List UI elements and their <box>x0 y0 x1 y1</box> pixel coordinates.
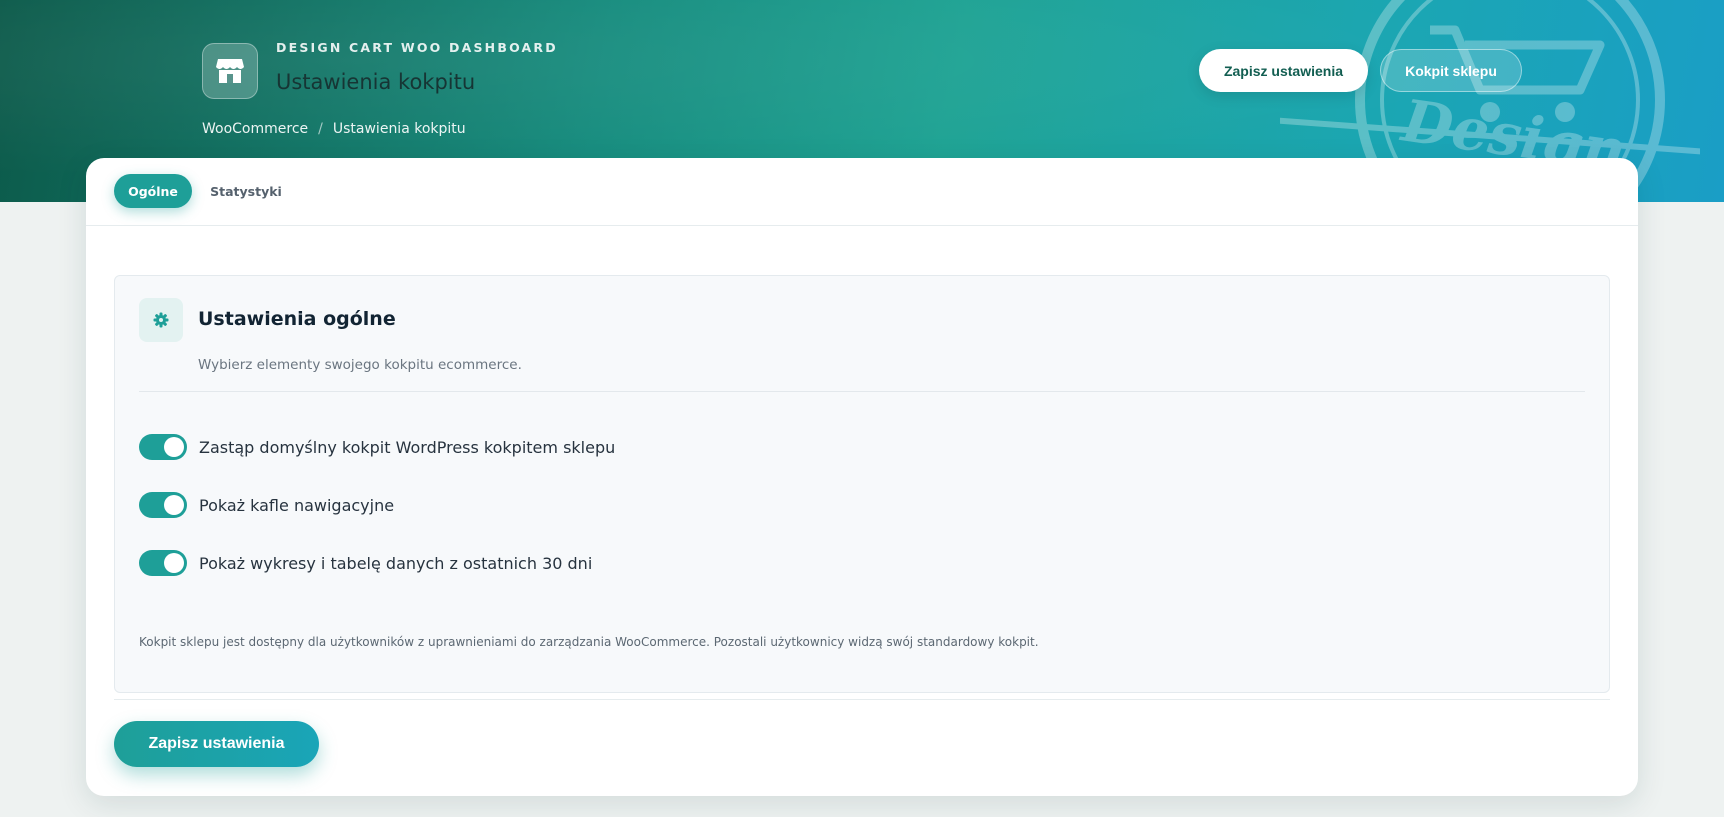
gear-icon <box>139 298 183 342</box>
toggle-knob <box>164 437 184 457</box>
toggle-switch[interactable] <box>139 550 187 576</box>
breadcrumb: WooCommerce / Ustawienia kokpitu <box>202 121 466 137</box>
toggle-switch[interactable] <box>139 492 187 518</box>
option-replace-dashboard: Zastąp domyślny kokpit WordPress kokpite… <box>139 434 615 460</box>
store-icon <box>202 43 258 99</box>
toggle-switch[interactable] <box>139 434 187 460</box>
tab-statistics[interactable]: Statystyki <box>204 174 288 208</box>
option-label: Pokaż kafle nawigacyjne <box>199 495 395 515</box>
breadcrumb-link-woocommerce[interactable]: WooCommerce <box>202 121 308 137</box>
divider <box>114 699 1610 700</box>
save-settings-button[interactable]: Zapisz ustawienia <box>114 721 319 767</box>
toggle-knob <box>164 495 184 515</box>
save-settings-button-top[interactable]: Zapisz ustawienia <box>1199 49 1368 92</box>
general-settings-panel: Ustawienia ogólne Wybierz elementy swoje… <box>114 275 1610 693</box>
breadcrumb-separator: / <box>318 121 323 137</box>
app-kicker: DESIGN CART WOO DASHBOARD <box>276 40 558 55</box>
toggle-knob <box>164 553 184 573</box>
panel-subtitle: Wybierz elementy swojego kokpitu ecommer… <box>198 357 522 373</box>
tab-general[interactable]: Ogólne <box>114 174 192 208</box>
tab-bar: Ogólne Statystyki <box>86 158 1638 226</box>
settings-card: Ogólne Statystyki Ustawienia ogólne Wybi… <box>86 158 1638 796</box>
permissions-note: Kokpit sklepu jest dostępny dla użytkown… <box>139 635 1039 649</box>
panel-title: Ustawienia ogólne <box>198 308 396 330</box>
divider <box>139 391 1585 392</box>
option-show-charts: Pokaż wykresy i tabelę danych z ostatnic… <box>139 550 592 576</box>
option-show-nav-tiles: Pokaż kafle nawigacyjne <box>139 492 394 518</box>
option-label: Zastąp domyślny kokpit WordPress kokpite… <box>199 437 616 457</box>
shop-dashboard-button[interactable]: Kokpit sklepu <box>1380 49 1522 92</box>
breadcrumb-current: Ustawienia kokpitu <box>332 121 466 137</box>
page-title: Ustawienia kokpitu <box>276 70 476 94</box>
option-label: Pokaż wykresy i tabelę danych z ostatnic… <box>199 553 593 573</box>
